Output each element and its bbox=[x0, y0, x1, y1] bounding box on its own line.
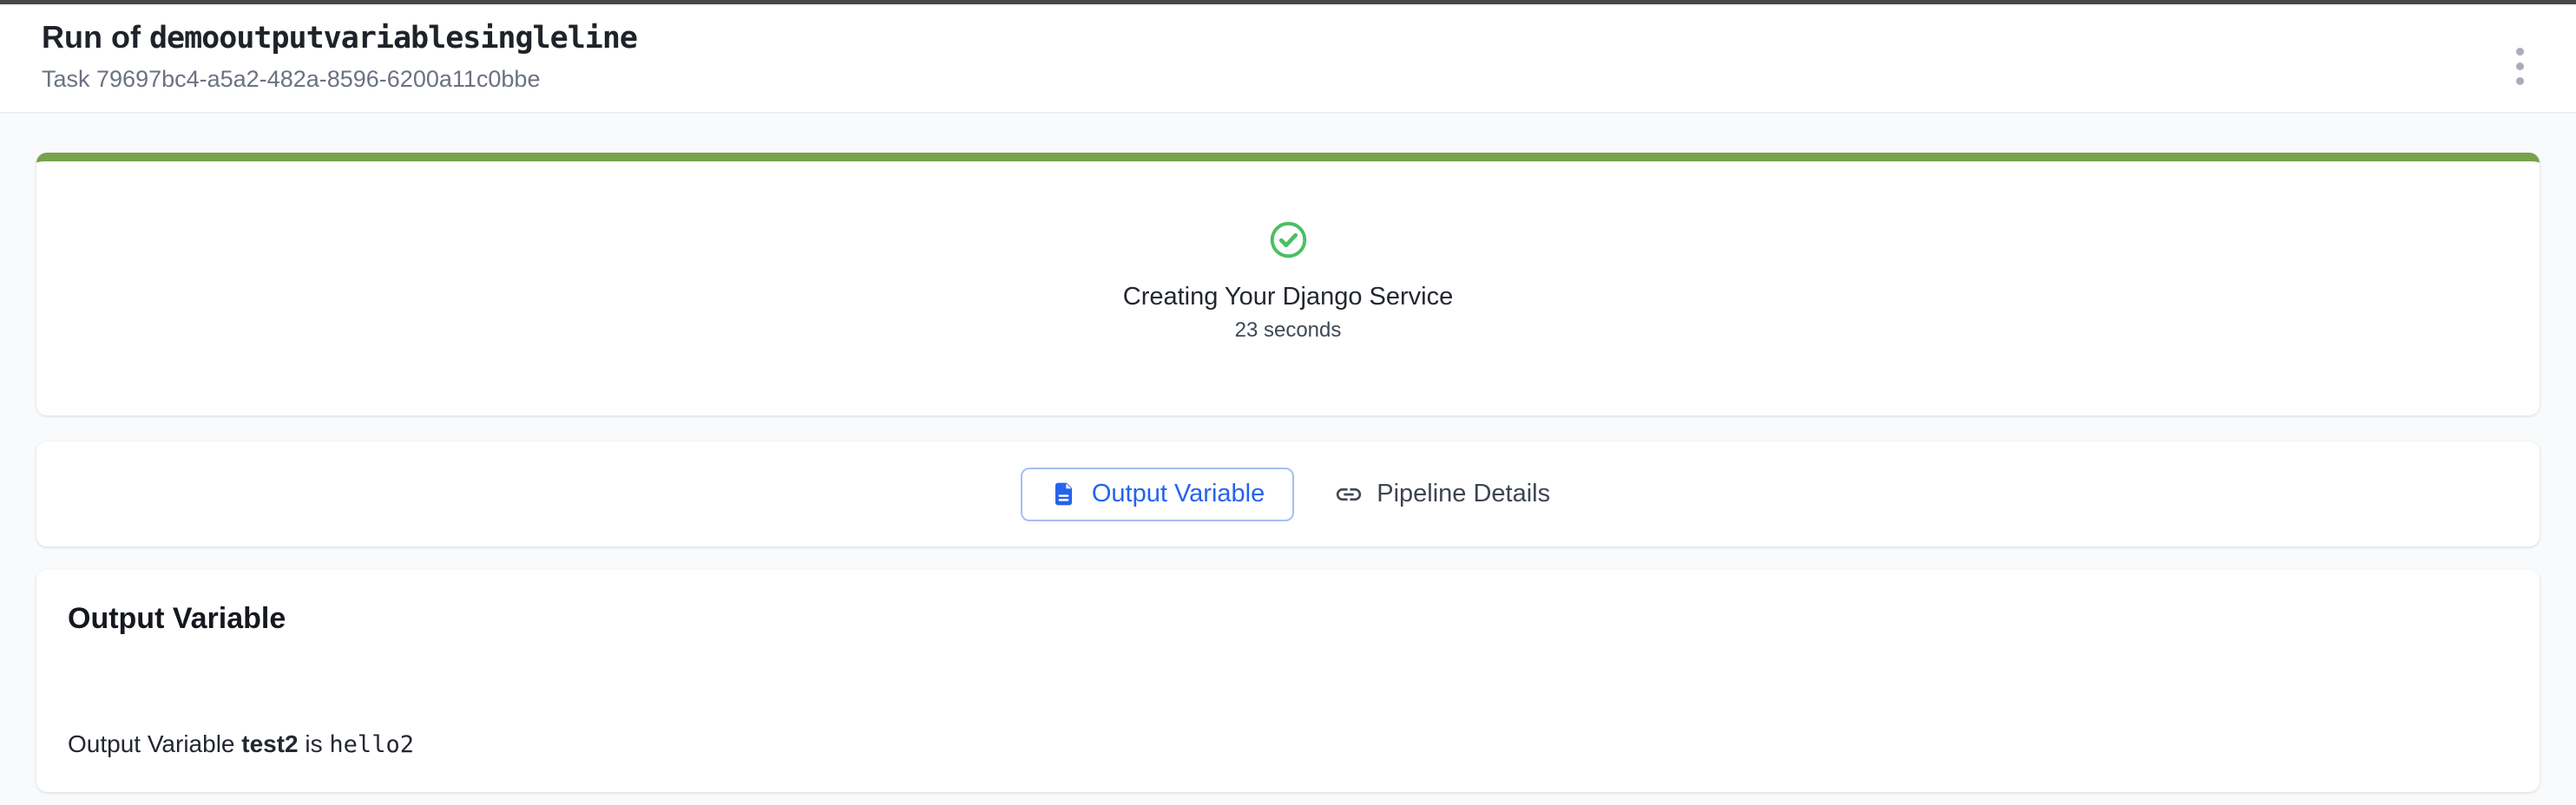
tab-pipeline-details[interactable]: Pipeline Details bbox=[1329, 471, 1555, 518]
run-header: Run of demooutputvariablesingleline Task… bbox=[0, 4, 2576, 114]
output-variable-name: test2 bbox=[241, 730, 298, 757]
output-line-middle: is bbox=[299, 730, 330, 757]
document-icon bbox=[1050, 481, 1077, 507]
status-title: Creating Your Django Service bbox=[1123, 282, 1453, 311]
main-content: Creating Your Django Service 23 seconds … bbox=[0, 114, 2576, 792]
tab-bar: Output Variable Pipeline Details bbox=[36, 442, 2540, 546]
output-line-prefix: Output Variable bbox=[68, 730, 241, 757]
tab-output-variable-label: Output Variable bbox=[1092, 480, 1265, 508]
kebab-menu-icon[interactable] bbox=[2511, 43, 2529, 90]
task-id: Task 79697bc4-a5a2-482a-8596-6200a11c0bb… bbox=[42, 65, 2534, 93]
check-circle-icon bbox=[1269, 220, 1308, 259]
output-variable-line: Output Variable test2 is hello2 bbox=[68, 730, 2508, 760]
page-title: Run of demooutputvariablesingleline bbox=[42, 18, 2534, 57]
status-duration: 23 seconds bbox=[1235, 318, 1342, 343]
status-card: Creating Your Django Service 23 seconds bbox=[36, 153, 2540, 416]
tab-output-variable[interactable]: Output Variable bbox=[1021, 468, 1294, 521]
link-icon bbox=[1334, 480, 1364, 509]
output-section-heading: Output Variable bbox=[68, 601, 2508, 636]
page-title-pipeline-name: demooutputvariablesingleline bbox=[149, 21, 637, 56]
output-variable-section: Output Variable Output Variable test2 is… bbox=[36, 570, 2540, 792]
page-title-prefix: Run of bbox=[42, 19, 149, 55]
output-variable-value: hello2 bbox=[329, 731, 414, 758]
tab-pipeline-details-label: Pipeline Details bbox=[1377, 480, 1550, 508]
